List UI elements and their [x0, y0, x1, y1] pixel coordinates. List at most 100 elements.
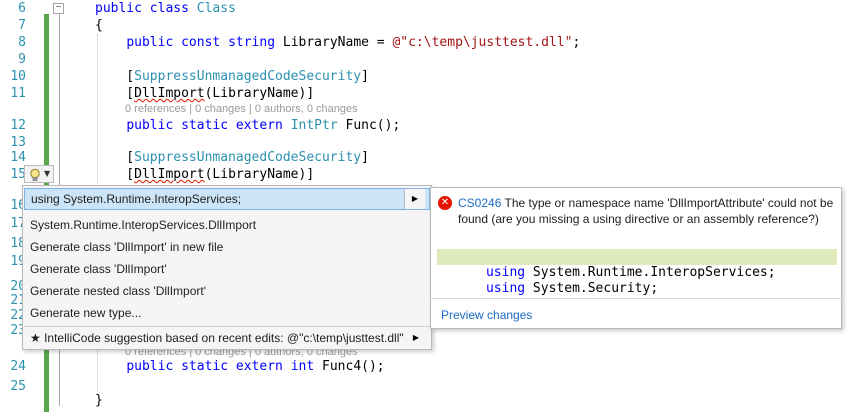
code-text: public static extern int Func4();: [95, 358, 385, 375]
code-token: Func();: [337, 118, 401, 133]
code-token: class: [149, 1, 189, 16]
codelens-info[interactable]: 0 references | 0 changes | 0 authors, 0 …: [125, 103, 358, 116]
line-number: 8: [18, 35, 26, 50]
preview-line: using System.Security;: [437, 265, 837, 296]
code-line[interactable]: 7{: [0, 17, 853, 34]
code-text: [SuppressUnmanagedCodeSecurity]: [95, 68, 369, 85]
code-token: IntPtr: [290, 118, 338, 133]
code-token: static: [181, 118, 229, 133]
code-text: public class Class: [95, 0, 236, 17]
line-number: 11: [10, 86, 26, 101]
preview-line-text: System.Security;: [525, 281, 659, 296]
menu-item-intellicode-suggestion[interactable]: ★ IntelliCode suggestion based on recent…: [24, 327, 430, 349]
menu-item-generate-class-new-file[interactable]: Generate class 'DllImport' in new file: [24, 236, 430, 258]
code-token: ]: [361, 69, 369, 84]
code-line[interactable]: 24 public static extern int Func4();: [0, 358, 853, 375]
line-number: 7: [18, 18, 26, 33]
code-token: {: [95, 18, 103, 33]
code-line[interactable]: 6 public class Class: [0, 0, 853, 17]
menu-item-label: Generate class 'DllImport' in new file: [30, 240, 224, 254]
preview-keyword: using: [485, 281, 526, 296]
code-token: extern: [235, 359, 283, 374]
code-token: static: [181, 359, 229, 374]
menu-item-add-using[interactable]: using System.Runtime.InteropServices; ▶: [24, 188, 430, 210]
menu-item-label: Generate class 'DllImport': [30, 262, 167, 276]
preview-added-line: using System.Runtime.InteropServices;: [437, 249, 837, 280]
code-line[interactable]: 12 public static extern IntPtr Func();: [0, 117, 853, 134]
line-number: 15: [10, 167, 26, 182]
code-token: public: [126, 359, 174, 374]
submenu-arrow-icon[interactable]: ▶: [404, 189, 425, 209]
error-icon: ✕: [438, 196, 452, 210]
menu-item-label: System.Runtime.InteropServices.DllImport: [30, 218, 257, 232]
menu-item-label: Generate new type...: [30, 306, 142, 320]
code-token: ]: [361, 150, 369, 165]
menu-item-label: using System.Runtime.InteropServices;: [31, 192, 242, 206]
code-token: public: [95, 1, 142, 16]
code-token: DllImport: [134, 167, 205, 182]
menu-item-generate-new-type[interactable]: Generate new type...: [24, 302, 430, 324]
code-line[interactable]: 11 [DllImport(LibraryName)]: [0, 85, 853, 102]
code-line[interactable]: 10 [SuppressUnmanagedCodeSecurity]: [0, 68, 853, 85]
code-token: }: [95, 393, 103, 408]
code-token: DllImport: [134, 86, 205, 101]
preview-changes-link[interactable]: Preview changes: [441, 308, 532, 322]
code-text: public const string LibraryName = @"c:\t…: [95, 34, 580, 51]
code-token: [: [95, 86, 135, 101]
code-line[interactable]: 8 public const string LibraryName = @"c:…: [0, 34, 853, 51]
menu-item-label: Generate nested class 'DllImport': [30, 284, 206, 298]
code-token: SuppressUnmanagedCodeSecurity: [134, 69, 362, 84]
menu-item-generate-nested-class[interactable]: Generate nested class 'DllImport': [24, 280, 430, 302]
code-token: ;: [572, 35, 581, 50]
code-text: }: [95, 392, 103, 409]
code-line[interactable]: 15 [DllImport(LibraryName)]: [0, 166, 853, 183]
error-description: CS0246 The type or namespace name 'DllIm…: [458, 195, 836, 227]
code-line[interactable]: 9: [0, 51, 853, 68]
error-message: The type or namespace name 'DllImportAtt…: [458, 196, 834, 226]
code-text: [DllImport(LibraryName)]: [95, 85, 314, 102]
code-token: const: [181, 35, 221, 50]
line-number: 12: [10, 118, 26, 133]
submenu-arrow-icon[interactable]: ▶: [406, 327, 426, 347]
line-number: 9: [18, 52, 26, 67]
code-token: LibraryName =: [275, 35, 393, 50]
code-token: Func4();: [314, 359, 385, 374]
code-text: [SuppressUnmanagedCodeSecurity]: [95, 149, 369, 166]
code-token: [: [95, 150, 135, 165]
error-code-link[interactable]: CS0246: [458, 196, 501, 210]
menu-item-generate-class[interactable]: Generate class 'DllImport': [24, 258, 430, 280]
line-number: 14: [10, 150, 26, 165]
code-token: [: [95, 69, 135, 84]
preview-panel: ✕ CS0246 The type or namespace name 'Dll…: [430, 187, 842, 329]
line-number: 6: [18, 1, 26, 16]
preview-separator: [431, 298, 841, 299]
code-token: extern: [235, 118, 283, 133]
menu-item-label: ★ IntelliCode suggestion based on recent…: [30, 331, 404, 345]
code-editor[interactable]: − 6 public class Class 7{8 public const st…: [0, 0, 853, 412]
lightbulb-button[interactable]: ▼: [24, 165, 54, 183]
code-token: public: [126, 118, 174, 133]
code-line[interactable]: }: [0, 392, 853, 409]
code-token: @"c:\temp\justtest.dll": [392, 35, 573, 50]
code-line[interactable]: 14 [SuppressUnmanagedCodeSecurity]: [0, 149, 853, 166]
code-text: {: [95, 17, 103, 34]
line-number: 10: [10, 69, 26, 84]
code-text: [DllImport(LibraryName)]: [95, 166, 314, 183]
menu-item-fully-qualify[interactable]: System.Runtime.InteropServices.DllImport: [24, 214, 430, 236]
code-token: (LibraryName)]: [204, 167, 315, 182]
code-token: [: [95, 167, 135, 182]
code-token: public: [126, 35, 174, 50]
code-token: int: [290, 359, 315, 374]
